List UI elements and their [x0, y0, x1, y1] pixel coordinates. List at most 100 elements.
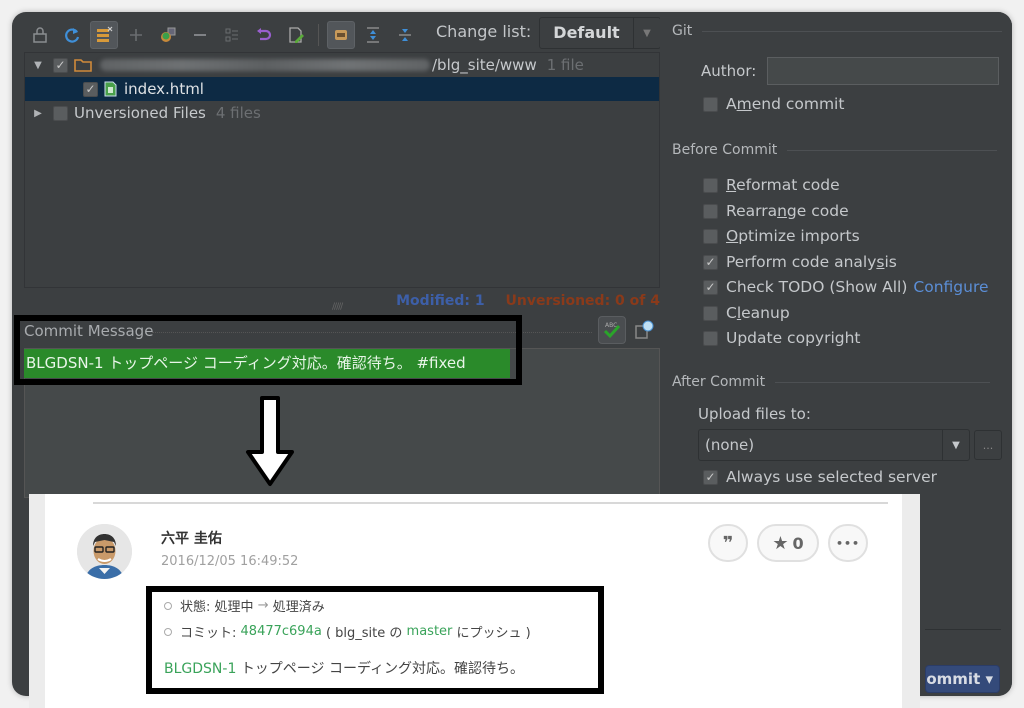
- tree-row-file[interactable]: ✓ index.html: [25, 77, 659, 101]
- amend-checkbox-box[interactable]: [703, 96, 718, 112]
- commit-push-text: にプッシュ ): [456, 626, 531, 641]
- bullet-icon: [164, 601, 172, 610]
- changelist-label: Change list:: [436, 22, 532, 41]
- rearrange-code-checkbox[interactable]: [703, 203, 718, 219]
- changed-files-tree: ▼ ✓ /blg_site/www 1 file ✓ index.html ▶ …: [24, 52, 660, 288]
- quote-button[interactable]: ❞: [708, 524, 748, 562]
- show-diff-icon[interactable]: [90, 21, 118, 49]
- html-file-icon: [104, 81, 117, 97]
- rollback-icon[interactable]: [250, 21, 278, 49]
- tree-row-root[interactable]: ▼ ✓ /blg_site/www 1 file: [25, 53, 659, 77]
- user-name[interactable]: 六平 圭佑: [161, 528, 222, 548]
- rearrange-code-label: Rearrange code: [726, 202, 849, 220]
- refresh-icon[interactable]: [58, 21, 86, 49]
- optimize-imports-label: Optimize imports: [726, 227, 860, 245]
- card-divider: [93, 502, 888, 504]
- status-change-line: 状態: 処理中 → 処理済み: [164, 596, 325, 615]
- issue-key-link[interactable]: BLGDSN-1: [164, 661, 236, 677]
- blurred-path: [100, 59, 430, 71]
- changelist-dropdown[interactable]: Default ▼: [539, 17, 661, 49]
- toolbar: [26, 18, 419, 52]
- root-checkbox[interactable]: ✓: [53, 57, 68, 73]
- unversioned-checkbox[interactable]: [53, 105, 68, 121]
- commit-message-label: Commit Message: [24, 322, 154, 340]
- check-todo-checkbox[interactable]: ✓: [703, 279, 718, 295]
- update-copyright-checkbox[interactable]: [703, 330, 718, 346]
- rearrange-code-option[interactable]: Rearrange code: [703, 202, 849, 220]
- file-checkbox[interactable]: ✓: [83, 81, 98, 97]
- file-name: index.html: [124, 80, 204, 98]
- button-bar-separator: [925, 629, 1001, 630]
- chevron-down-icon: ▼: [952, 439, 960, 451]
- avatar[interactable]: [77, 524, 132, 579]
- remove-icon[interactable]: [186, 21, 214, 49]
- comment-message: BLGDSN-1 トップページ コーディング対応。確認待ち。: [164, 658, 524, 678]
- reformat-code-option[interactable]: Reformat code: [703, 176, 840, 194]
- cleanup-option[interactable]: Cleanup: [703, 304, 790, 322]
- reformat-code-label: Reformat code: [726, 176, 840, 194]
- collapse-triangle-icon[interactable]: ▶: [31, 108, 45, 119]
- update-copyright-label: Update copyright: [726, 329, 861, 347]
- star-icon: ★: [772, 532, 789, 554]
- commit-label: コミット:: [180, 626, 237, 641]
- modified-count: Modified: 1: [396, 293, 485, 309]
- author-input[interactable]: [767, 57, 999, 85]
- before-commit-title: Before Commit: [672, 142, 778, 158]
- always-use-server-option[interactable]: ✓ Always use selected server: [703, 468, 937, 486]
- update-copyright-option[interactable]: Update copyright: [703, 329, 861, 347]
- commit-hash-link[interactable]: 48477c694a: [241, 624, 322, 639]
- commit-line: コミット: 48477c694a ( blg_site の master にプッ…: [164, 622, 531, 641]
- cleanup-label: Cleanup: [726, 304, 790, 322]
- more-icon: •••: [835, 536, 861, 550]
- upload-server-dropdown[interactable]: (none) ▼: [698, 429, 970, 461]
- status-from: 処理中: [214, 600, 254, 615]
- configure-link[interactable]: Configure: [913, 278, 988, 296]
- spellcheck-icon[interactable]: ABC: [598, 316, 626, 344]
- upload-files-label: Upload files to:: [698, 405, 811, 423]
- commit-button[interactable]: ommit ▾: [925, 665, 1000, 693]
- perform-code-analysis-option[interactable]: ✓ Perform code analysis: [703, 253, 897, 271]
- upload-server-value: (none): [699, 430, 943, 460]
- expand-all-icon[interactable]: [359, 21, 387, 49]
- browse-servers-button[interactable]: ...: [974, 430, 1002, 460]
- check-todo-option[interactable]: ✓ Check TODO (Show All) Configure: [703, 278, 989, 296]
- unversioned-label: Unversioned Files: [74, 104, 206, 122]
- branch-link[interactable]: master: [407, 624, 453, 639]
- lock-icon[interactable]: [26, 21, 54, 49]
- status-to: 処理済み: [272, 600, 325, 615]
- down-arrow-annotation: [246, 396, 294, 486]
- comment-timestamp: 2016/12/05 16:49:52: [161, 554, 299, 569]
- add-icon[interactable]: [122, 21, 150, 49]
- splitter-grip[interactable]: /////: [332, 302, 343, 312]
- comment-card: 六平 圭佑 2016/12/05 16:49:52 ❞ ★ 0 ••• 状態: …: [45, 494, 902, 708]
- folder-icon: [74, 58, 92, 72]
- comment-text: トップページ コーディング対応。確認待ち。: [240, 661, 525, 677]
- commit-message-text[interactable]: BLGDSN-1 トップページ コーディング対応。確認待ち。 #fixed: [24, 349, 510, 378]
- always-use-server-checkbox[interactable]: ✓: [703, 469, 718, 485]
- git-section-title: Git: [672, 23, 1003, 39]
- cleanup-checkbox[interactable]: [703, 305, 718, 321]
- toolbar-separator: [318, 24, 319, 46]
- optimize-imports-option[interactable]: Optimize imports: [703, 227, 860, 245]
- edit-source-icon[interactable]: [282, 21, 310, 49]
- arrow-icon: →: [257, 598, 269, 613]
- collapse-all-icon[interactable]: [391, 21, 419, 49]
- star-count: 0: [792, 533, 804, 553]
- expand-triangle-icon[interactable]: ▼: [31, 60, 45, 71]
- amend-commit-checkbox[interactable]: Amend commit: [703, 95, 844, 113]
- tree-row-unversioned[interactable]: ▶ Unversioned Files 4 files: [25, 101, 659, 125]
- changelist-value: Default: [540, 18, 634, 48]
- root-file-count: 1 file: [546, 56, 584, 74]
- before-commit-section-title: Before Commit: [672, 142, 998, 158]
- group-by-icon[interactable]: [218, 21, 246, 49]
- move-to-changelist-icon[interactable]: [154, 21, 182, 49]
- commit-history-icon[interactable]: [632, 318, 656, 342]
- author-label: Author:: [701, 62, 757, 80]
- more-options-button[interactable]: •••: [828, 524, 868, 562]
- reformat-code-checkbox[interactable]: [703, 177, 718, 193]
- perform-code-analysis-checkbox[interactable]: ✓: [703, 254, 718, 270]
- optimize-imports-checkbox[interactable]: [703, 228, 718, 244]
- show-ignored-icon[interactable]: [327, 21, 355, 49]
- unversioned-count: 4 files: [215, 104, 261, 122]
- star-button[interactable]: ★ 0: [757, 524, 819, 562]
